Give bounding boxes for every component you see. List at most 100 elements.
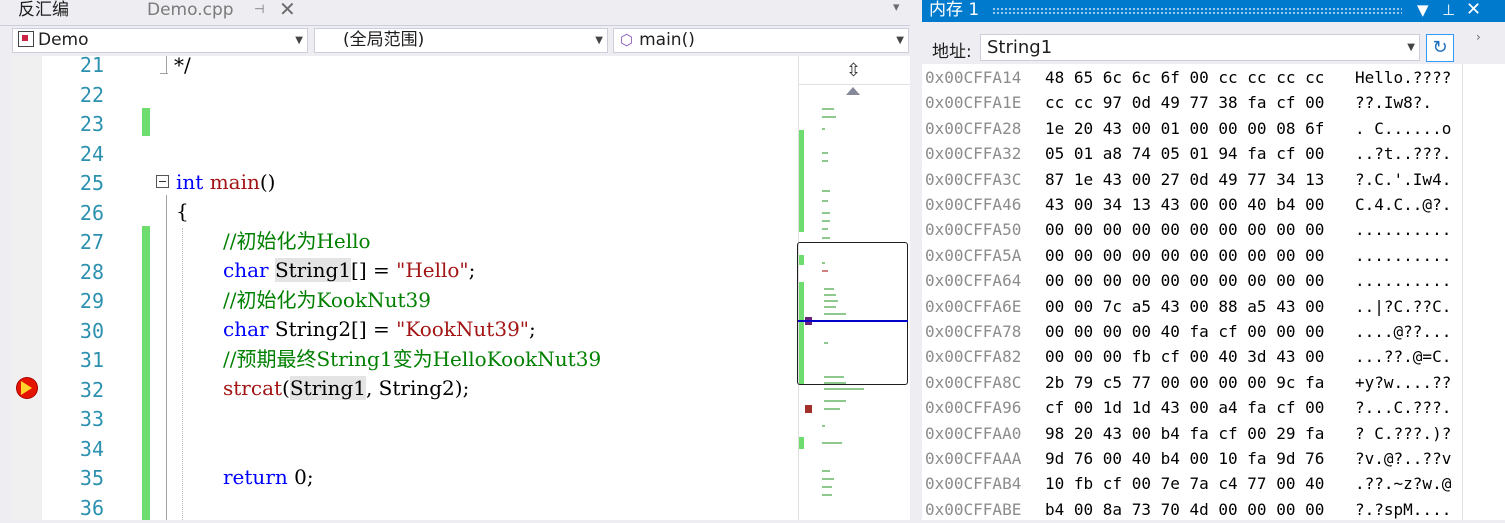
memory-row[interactable]: 0x00CFFA78 00 00 00 00 40 fa cf 00 00 00.… bbox=[925, 319, 1451, 344]
scroll-up-arrow-icon[interactable] bbox=[846, 87, 860, 95]
code-line-25: int main() bbox=[176, 170, 276, 194]
memory-row[interactable]: 0x00CFFA64 00 00 00 00 00 00 00 00 00 00.… bbox=[925, 268, 1451, 293]
memory-address: 0x00CFFAAA bbox=[925, 449, 1022, 468]
split-editor-icon[interactable]: ⇳ bbox=[846, 60, 861, 81]
minimap-separator bbox=[798, 84, 910, 85]
memory-hex-bytes[interactable]: 48 65 6c 6c 6f 00 cc cc cc cc bbox=[1045, 65, 1355, 90]
pin-icon[interactable]: ⊥ bbox=[1442, 0, 1455, 20]
memory-address: 0x00CFFA82 bbox=[925, 347, 1022, 367]
address-input[interactable]: String1 ▼ bbox=[980, 34, 1420, 61]
memory-row[interactable]: 0x00CFFA1E cc cc 97 0d 49 77 38 fa cf 00?… bbox=[925, 90, 1432, 115]
window-menu-icon[interactable]: ▼ bbox=[1417, 0, 1429, 20]
pane-splitter[interactable] bbox=[910, 0, 922, 520]
memory-hex-bytes[interactable]: 00 00 00 fb cf 00 40 3d 43 00 bbox=[1045, 344, 1355, 369]
close-icon[interactable]: ✕ bbox=[1466, 0, 1481, 20]
memory-row[interactable]: 0x00CFFA28 1e 20 43 00 01 00 00 00 08 6f.… bbox=[925, 116, 1451, 141]
memory-hex-bytes[interactable]: 00 00 7c a5 43 00 88 a5 43 00 bbox=[1045, 294, 1355, 319]
memory-ascii[interactable]: .??.~z?w.@ bbox=[1355, 471, 1451, 496]
memory-ascii[interactable]: ..?t..???. bbox=[1355, 141, 1451, 166]
memory-hex-bytes[interactable]: 2b 79 c5 77 00 00 00 00 9c fa bbox=[1045, 370, 1355, 395]
memory-ascii[interactable]: C.4.C..@?. bbox=[1355, 192, 1451, 217]
memory-ascii[interactable]: ....@??... bbox=[1355, 319, 1451, 344]
memory-ascii[interactable]: ?.?spM.... bbox=[1355, 497, 1451, 522]
memory-hex-bytes[interactable]: 9d 76 00 40 b4 00 10 fa 9d 76 bbox=[1045, 446, 1355, 471]
code-line-27: //初始化为Hello bbox=[223, 229, 371, 253]
memory-address: 0x00CFFA6E bbox=[925, 296, 1022, 316]
memory-row[interactable]: 0x00CFFAA0 98 20 43 00 b4 fa cf 00 29 fa?… bbox=[925, 421, 1451, 446]
memory-ascii[interactable]: . C......o bbox=[1355, 116, 1451, 141]
memory-ascii[interactable]: ?...C.???. bbox=[1355, 395, 1451, 420]
memory-hex-bytes[interactable]: 00 00 00 00 00 00 00 00 00 00 bbox=[1045, 243, 1355, 268]
memory-ascii[interactable]: Hello.???? bbox=[1355, 65, 1451, 90]
memory-row[interactable]: 0x00CFFA96 cf 00 1d 1d 43 00 a4 fa cf 00?… bbox=[925, 395, 1451, 420]
memory-ascii[interactable]: .......... bbox=[1355, 217, 1451, 242]
highlighted-symbol: String1 bbox=[274, 258, 352, 282]
memory-ascii[interactable]: ...??.@=C. bbox=[1355, 344, 1451, 369]
code-line-31: //预期最终String1变为HelloKookNut39 bbox=[223, 347, 602, 371]
memory-row[interactable]: 0x00CFFA8C 2b 79 c5 77 00 00 00 00 9c fa +… bbox=[925, 370, 1451, 395]
line-number: 26 bbox=[79, 200, 104, 225]
memory-hex-bytes[interactable]: 00 00 00 00 00 00 00 00 00 00 bbox=[1045, 217, 1355, 242]
memory-row[interactable]: 0x00CFFABE b4 00 8a 73 70 4d 00 00 00 00?… bbox=[925, 497, 1451, 522]
pin-icon[interactable]: ⊣ bbox=[254, 2, 264, 16]
memory-row[interactable]: 0x00CFFA14 48 65 6c 6c 6f 00 cc cc cc cc H… bbox=[925, 65, 1451, 90]
memory-ascii[interactable]: +y?w....?? bbox=[1355, 370, 1451, 395]
glyph-margin[interactable] bbox=[12, 56, 42, 520]
scope-dropdown[interactable]: (全局范围) ▼ bbox=[314, 28, 608, 53]
tab-overflow-menu-icon[interactable]: ▾ bbox=[893, 0, 900, 15]
toolbar-overflow-icon[interactable]: › bbox=[1476, 30, 1481, 44]
memory-hex-bytes[interactable]: cf 00 1d 1d 43 00 a4 fa cf 00 bbox=[1045, 395, 1355, 420]
refresh-icon[interactable]: ↻ bbox=[1426, 34, 1454, 62]
memory-ascii[interactable]: ? C.???.)? bbox=[1355, 421, 1451, 446]
memory-row[interactable]: 0x00CFFA50 00 00 00 00 00 00 00 00 00 00.… bbox=[925, 217, 1451, 242]
close-tab-icon[interactable]: ✕ bbox=[279, 0, 296, 21]
memory-hex-bytes[interactable]: 00 00 00 00 00 00 00 00 00 00 bbox=[1045, 268, 1355, 293]
memory-scroll-area[interactable] bbox=[1463, 64, 1505, 520]
function-dropdown[interactable]: ⬡ main() ▼ bbox=[613, 28, 909, 53]
memory-row[interactable]: 0x00CFFA6E 00 00 7c a5 43 00 88 a5 43 00.… bbox=[925, 294, 1451, 319]
memory-hex-bytes[interactable]: 98 20 43 00 b4 fa cf 00 29 fa bbox=[1045, 421, 1355, 446]
project-name: Demo bbox=[38, 30, 89, 50]
memory-ascii[interactable]: .......... bbox=[1355, 243, 1451, 268]
memory-address: 0x00CFFABE bbox=[925, 499, 1022, 519]
memory-address: 0x00CFFA28 bbox=[925, 118, 1022, 138]
titlebar-grip[interactable] bbox=[992, 7, 1402, 15]
memory-hex-bytes[interactable]: 87 1e 43 00 27 0d 49 77 34 13 bbox=[1045, 167, 1355, 192]
line-number: 29 bbox=[79, 289, 104, 313]
memory-hex-bytes[interactable]: 1e 20 43 00 01 00 00 00 08 6f bbox=[1045, 116, 1355, 141]
memory-row[interactable]: 0x00CFFA46 43 00 34 13 43 00 00 40 b4 00 C… bbox=[925, 192, 1451, 217]
memory-address: 0x00CFFAA0 bbox=[925, 423, 1022, 443]
memory-hex-bytes[interactable]: 05 01 a8 74 05 01 94 fa cf 00 bbox=[1045, 141, 1355, 166]
memory-hex-bytes[interactable]: 43 00 34 13 43 00 00 40 b4 00 bbox=[1045, 192, 1355, 217]
memory-row[interactable]: 0x00CFFA5A 00 00 00 00 00 00 00 00 00 00.… bbox=[925, 243, 1451, 268]
tab-disassembly[interactable]: 反汇编 bbox=[18, 0, 69, 22]
editor-tab-strip bbox=[0, 0, 920, 22]
memory-hex-bytes[interactable]: b4 00 8a 73 70 4d 00 00 00 00 bbox=[1045, 497, 1355, 522]
minimap-code-line bbox=[822, 200, 828, 202]
memory-row[interactable]: 0x00CFFAB4 10 fb cf 00 7e 7a c4 77 00 40.… bbox=[925, 471, 1451, 496]
memory-address: 0x00CFFA96 bbox=[925, 398, 1022, 418]
memory-row[interactable]: 0x00CFFAAA 9d 76 00 40 b4 00 10 fa 9d 76?… bbox=[925, 446, 1451, 471]
line-number: 31 bbox=[79, 348, 104, 372]
change-bar bbox=[142, 108, 150, 136]
memory-ascii[interactable]: .......... bbox=[1355, 268, 1451, 293]
memory-ascii[interactable]: ?v.@?..??v bbox=[1355, 446, 1451, 471]
memory-hex-bytes[interactable]: cc cc 97 0d 49 77 38 fa cf 00 bbox=[1045, 90, 1355, 115]
tab-demo-cpp[interactable]: Demo.cpp bbox=[147, 0, 234, 22]
memory-ascii[interactable]: ?.C.'.Iw4. bbox=[1355, 167, 1451, 192]
minimap-code-line bbox=[822, 470, 830, 472]
line-number: 21 bbox=[79, 53, 104, 77]
minimap-viewport[interactable] bbox=[797, 242, 908, 385]
memory-ascii[interactable]: ..|?C.??C. bbox=[1355, 294, 1451, 319]
chevron-down-icon[interactable]: ▼ bbox=[1407, 35, 1415, 60]
memory-row[interactable]: 0x00CFFA3C 87 1e 43 00 27 0d 49 77 34 13?… bbox=[925, 167, 1451, 192]
memory-address: 0x00CFFA8C bbox=[925, 372, 1022, 392]
function-name: main() bbox=[639, 30, 695, 50]
memory-row[interactable]: 0x00CFFA32 05 01 a8 74 05 01 94 fa cf 00.… bbox=[925, 141, 1451, 166]
memory-hex-bytes[interactable]: 00 00 00 00 40 fa cf 00 00 00 bbox=[1045, 319, 1355, 344]
memory-ascii[interactable]: ??.Iw8?. bbox=[1355, 90, 1432, 115]
memory-row[interactable]: 0x00CFFA82 00 00 00 fb cf 00 40 3d 43 00.… bbox=[925, 344, 1451, 369]
line-number: 25 bbox=[79, 171, 104, 195]
minimap-change bbox=[799, 437, 804, 449]
memory-hex-bytes[interactable]: 10 fb cf 00 7e 7a c4 77 00 40 bbox=[1045, 471, 1355, 496]
